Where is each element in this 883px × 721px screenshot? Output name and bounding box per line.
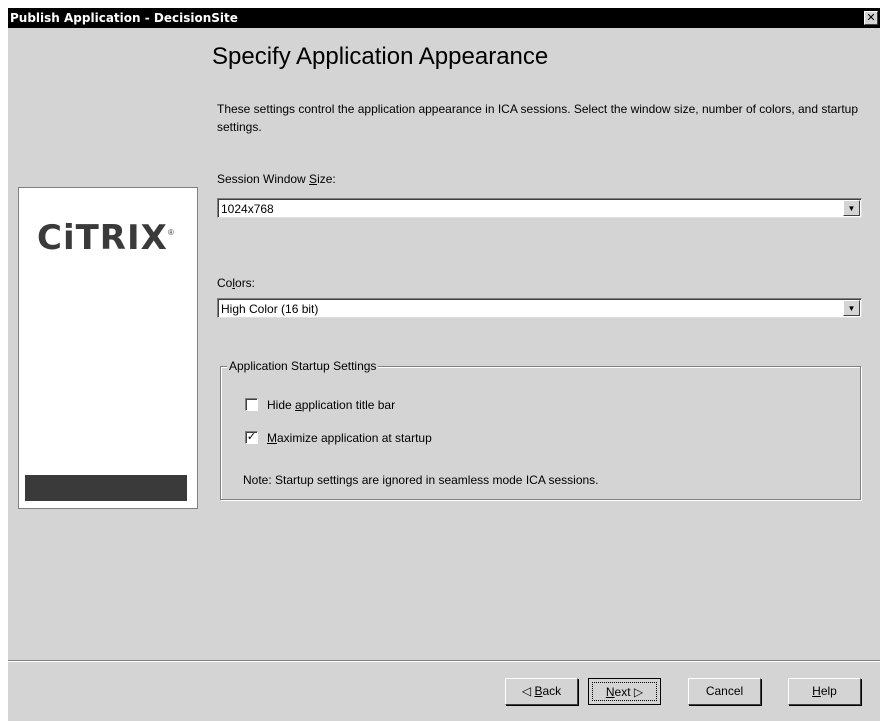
startup-note: Note: Startup settings are ignored in se… <box>243 473 599 487</box>
hide-title-bar-checkbox[interactable] <box>245 398 258 411</box>
hide-title-bar-label: Hide application title bar <box>267 398 396 412</box>
publish-application-dialog: Publish Application - DecisionSite ✕ Spe… <box>8 8 880 721</box>
group-title: Application Startup Settings <box>227 359 379 373</box>
close-icon: ✕ <box>866 12 876 24</box>
footer-divider <box>8 660 880 662</box>
colors-value: High Color (16 bit) <box>221 302 319 316</box>
colors-dropdown-button[interactable]: ▼ <box>843 300 860 316</box>
help-button[interactable]: Help <box>788 678 861 705</box>
next-button[interactable]: Next ▷ <box>588 678 661 705</box>
next-arrow-icon: ▷ <box>633 685 644 699</box>
session-window-size-value: 1024x768 <box>221 202 274 216</box>
colors-label: Colors: <box>217 276 256 290</box>
session-window-size-label: Session Window Size: <box>217 172 336 186</box>
page-title: Specify Application Appearance <box>212 43 549 70</box>
checkmark-icon: ✓ <box>246 431 257 443</box>
citrix-logo-panel: CiTRIX ® <box>18 187 198 509</box>
citrix-logo: CiTRIX <box>37 218 168 258</box>
window-title: Publish Application - DecisionSite <box>10 11 238 25</box>
session-window-size-select[interactable]: 1024x768 ▼ <box>217 198 862 218</box>
title-bar: Publish Application - DecisionSite ✕ <box>8 8 880 28</box>
chevron-down-icon: ▼ <box>847 304 856 313</box>
back-button[interactable]: ◁ Back <box>505 678 578 705</box>
colors-select[interactable]: High Color (16 bit) ▼ <box>217 298 862 318</box>
registered-mark: ® <box>168 228 174 237</box>
back-arrow-icon: ◁ <box>521 684 532 698</box>
page-description: These settings control the application a… <box>217 102 859 134</box>
startup-settings-group: Application Startup Settings Hide applic… <box>220 359 861 500</box>
logo-bar <box>25 475 187 501</box>
chevron-down-icon: ▼ <box>847 204 856 213</box>
maximize-checkbox[interactable]: ✓ <box>245 431 258 444</box>
maximize-label: Maximize application at startup <box>267 431 432 445</box>
cancel-button[interactable]: Cancel <box>688 678 761 705</box>
session-window-size-dropdown-button[interactable]: ▼ <box>843 200 860 216</box>
close-button[interactable]: ✕ <box>864 11 878 25</box>
